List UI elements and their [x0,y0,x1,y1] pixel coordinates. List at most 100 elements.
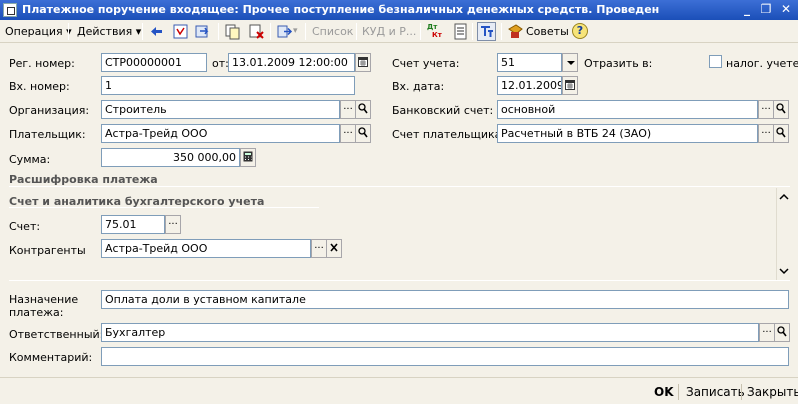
post-document-icon[interactable] [172,23,189,40]
toolbar-separator [270,23,271,40]
payer-account-select-button[interactable] [758,124,774,143]
title-bar: Платежное поручение входящее: Прочее пос… [0,0,798,20]
bank-account-field[interactable]: основной [497,100,758,119]
toolbar-separator [356,23,357,40]
minimize-button[interactable]: _ [739,2,755,17]
dt-kt-icon[interactable]: Дт Кт [427,23,444,40]
operation-menu[interactable]: Операция ▾ [5,23,72,40]
calendar-icon[interactable] [355,53,371,72]
responsible-label: Ответственный: [9,328,104,341]
delete-document-icon[interactable] [248,23,265,40]
payer-label: Плательщик: [9,128,86,141]
go-to-icon[interactable] [276,23,293,40]
copy-document-icon[interactable] [224,23,241,40]
close-button[interactable]: Закрыть [747,382,798,402]
contractor-field[interactable]: Астра-Трейд ООО [101,239,311,258]
structure-icon[interactable] [477,22,496,41]
payer-account-label: Счет плательщика: [392,128,506,141]
report-icon[interactable] [452,23,469,40]
subtitle-divider [9,207,319,208]
ok-button[interactable]: OK [654,382,674,402]
breakdown-scrollbar[interactable] [776,188,790,280]
sum-field[interactable]: 350 000,00 [101,148,240,167]
operation-menu-label: Операция [5,25,63,38]
advice-icon[interactable] [507,23,524,40]
reg-number-label: Рег. номер: [9,57,75,70]
breakdown-account-label: Счет: [9,220,41,233]
actions-menu[interactable]: Действия ▾ [77,23,141,40]
purpose-field[interactable]: Оплата доли в уставном капитале [101,290,789,309]
contractors-label: Контрагенты [9,244,86,257]
breakdown-account-field[interactable]: 75.01 [101,215,165,234]
contractor-select-button[interactable] [311,239,327,258]
calculator-icon[interactable] [240,148,256,167]
in-number-field[interactable]: 1 [101,76,355,95]
chevron-down-icon: ▾ [135,25,142,38]
breakdown-divider [9,186,790,187]
organization-field[interactable]: Строитель [101,100,340,119]
purpose-label-line2: платежа: [9,306,64,319]
go-to-dropdown[interactable]: ▾ [293,23,298,40]
close-window-button[interactable]: ✕ [778,2,794,17]
sum-label: Сумма: [9,153,51,166]
help-icon[interactable]: ? [572,23,588,39]
list-button[interactable]: Список [312,23,353,40]
date-from-label: от: [212,57,229,70]
save-button[interactable]: Записать [686,382,745,402]
toolbar-separator [472,23,473,40]
account-field[interactable]: 51 [497,53,562,72]
toolbar: Операция ▾ Действия ▾ ▾ Список КУД и Р..… [0,20,798,43]
breakdown-title: Расшифровка платежа [9,173,158,186]
comment-label: Комментарий: [9,351,93,364]
kud-button[interactable]: КУД и Р... [362,23,416,40]
toolbar-separator [420,23,421,40]
date-field[interactable]: 13.01.2009 12:00:00 [228,53,355,72]
bottom-bar: OK Записать Закрыть [0,377,798,404]
maximize-button[interactable]: ❐ [758,2,774,17]
tax-accounting-label: налог. учете [726,57,798,70]
breakdown-account-select-button[interactable] [165,215,181,234]
toolbar-separator [305,23,306,40]
scroll-down-icon[interactable] [779,266,789,276]
section-divider [9,280,790,281]
search-icon[interactable] [355,100,371,119]
reg-number-field[interactable]: СТР00000001 [101,53,207,72]
advice-button[interactable]: Советы [526,23,569,40]
search-icon[interactable] [355,124,371,143]
in-number-label: Вх. номер: [9,80,70,93]
responsible-field[interactable]: Бухгалтер [101,323,759,342]
scroll-up-icon[interactable] [779,192,789,202]
account-label: Счет учета: [392,57,460,70]
button-separator [678,384,679,400]
search-icon[interactable] [773,124,789,143]
refresh-icon[interactable] [194,23,211,40]
payer-field[interactable]: Астра-Трейд ООО [101,124,340,143]
in-date-label: Вх. дата: [392,80,445,93]
toolbar-separator [218,23,219,40]
dt-label: Дт [427,23,438,31]
account-dropdown-button[interactable] [562,53,578,72]
search-icon[interactable] [774,323,790,342]
reflect-label: Отразить в: [584,57,653,70]
search-icon[interactable] [773,100,789,119]
button-separator [741,384,742,400]
bank-account-label: Банковский счет: [392,104,494,117]
bank-account-select-button[interactable] [758,100,774,119]
in-date-field[interactable]: 12.01.2009 [497,76,562,95]
payer-account-field[interactable]: Расчетный в ВТБ 24 (ЗАО) [497,124,758,143]
toolbar-separator [501,23,502,40]
toolbar-separator [142,23,143,40]
payer-select-button[interactable] [340,124,356,143]
comment-field[interactable] [101,347,789,366]
toolbar-separator [68,23,69,40]
clear-icon[interactable] [326,239,342,258]
calendar-icon[interactable] [562,76,578,95]
window-title: Платежное поручение входящее: Прочее пос… [22,3,660,16]
document-icon [3,3,17,17]
tax-accounting-checkbox[interactable] [709,55,722,68]
kt-label: Кт [432,31,442,39]
responsible-select-button[interactable] [759,323,775,342]
purpose-label-line1: Назначение [9,293,79,306]
back-arrow-icon[interactable] [148,23,165,40]
organization-select-button[interactable] [340,100,356,119]
